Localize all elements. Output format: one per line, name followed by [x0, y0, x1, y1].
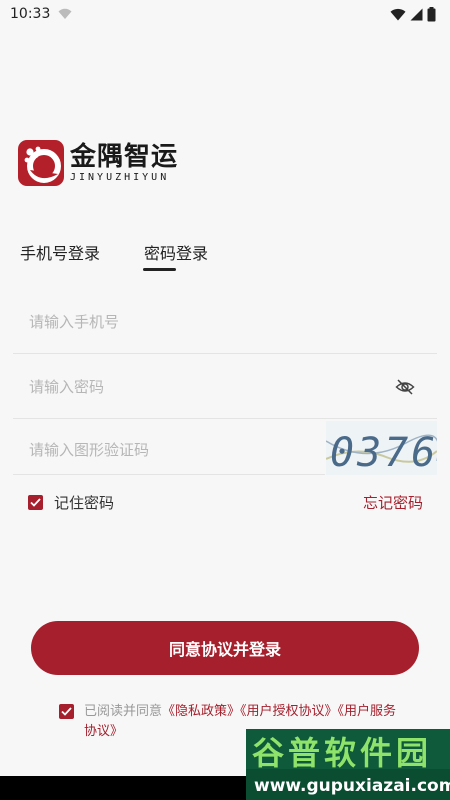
checkbox-checked-icon[interactable]	[28, 495, 43, 510]
agree-and-login-button[interactable]: 同意协议并登录	[31, 621, 419, 675]
watermark-cn: 谷普软件园	[252, 734, 432, 772]
phone-field	[13, 290, 437, 354]
agreement-prefix: 已阅读并同意	[84, 704, 163, 719]
status-time: 10:33	[10, 6, 51, 22]
active-tab-indicator	[143, 268, 176, 271]
captcha-image[interactable]: 0376	[326, 421, 437, 475]
wifi-icon	[390, 8, 406, 20]
forgot-password-link[interactable]: 忘记密码	[363, 492, 423, 513]
tab-password-login[interactable]: 密码登录	[144, 240, 208, 264]
captcha-code: 0376	[330, 430, 437, 475]
login-tabs: 手机号登录 密码登录	[0, 240, 450, 274]
password-field	[13, 355, 437, 419]
logo-name-en: JINYUZHIYUN	[70, 172, 170, 183]
captcha-field	[13, 420, 369, 475]
remember-password-label: 记住密码	[54, 494, 115, 512]
status-right	[390, 6, 436, 22]
phone-input[interactable]	[29, 310, 369, 334]
battery-icon	[427, 6, 436, 21]
captcha-input[interactable]	[29, 438, 369, 462]
notification-wifi-icon	[58, 8, 72, 19]
app-logo: 金隅智运 JINYUZHIYUN	[18, 140, 178, 186]
privacy-policy-link[interactable]: 《隐私政策》	[162, 704, 240, 719]
password-input[interactable]	[29, 375, 369, 399]
logo-mark-icon	[18, 140, 64, 186]
logo-text: 金隅智运 JINYUZHIYUN	[70, 142, 178, 184]
tab-phone-login[interactable]: 手机号登录	[20, 240, 100, 264]
remember-password[interactable]: 记住密码	[28, 492, 114, 513]
watermark-logo: 谷普软件园 www.gupuxiazai.com	[246, 729, 450, 800]
agreement-checkbox-icon[interactable]	[59, 704, 74, 719]
eye-off-icon[interactable]	[395, 377, 415, 397]
watermark-url: www.gupuxiazai.com	[254, 776, 450, 796]
status-left: 10:33	[10, 6, 72, 22]
signal-icon	[410, 8, 423, 20]
logo-name-cn: 金隅智运	[70, 142, 179, 172]
user-license-link[interactable]: 《用户授权协议》	[240, 704, 338, 719]
status-bar: 10:33	[0, 0, 450, 28]
